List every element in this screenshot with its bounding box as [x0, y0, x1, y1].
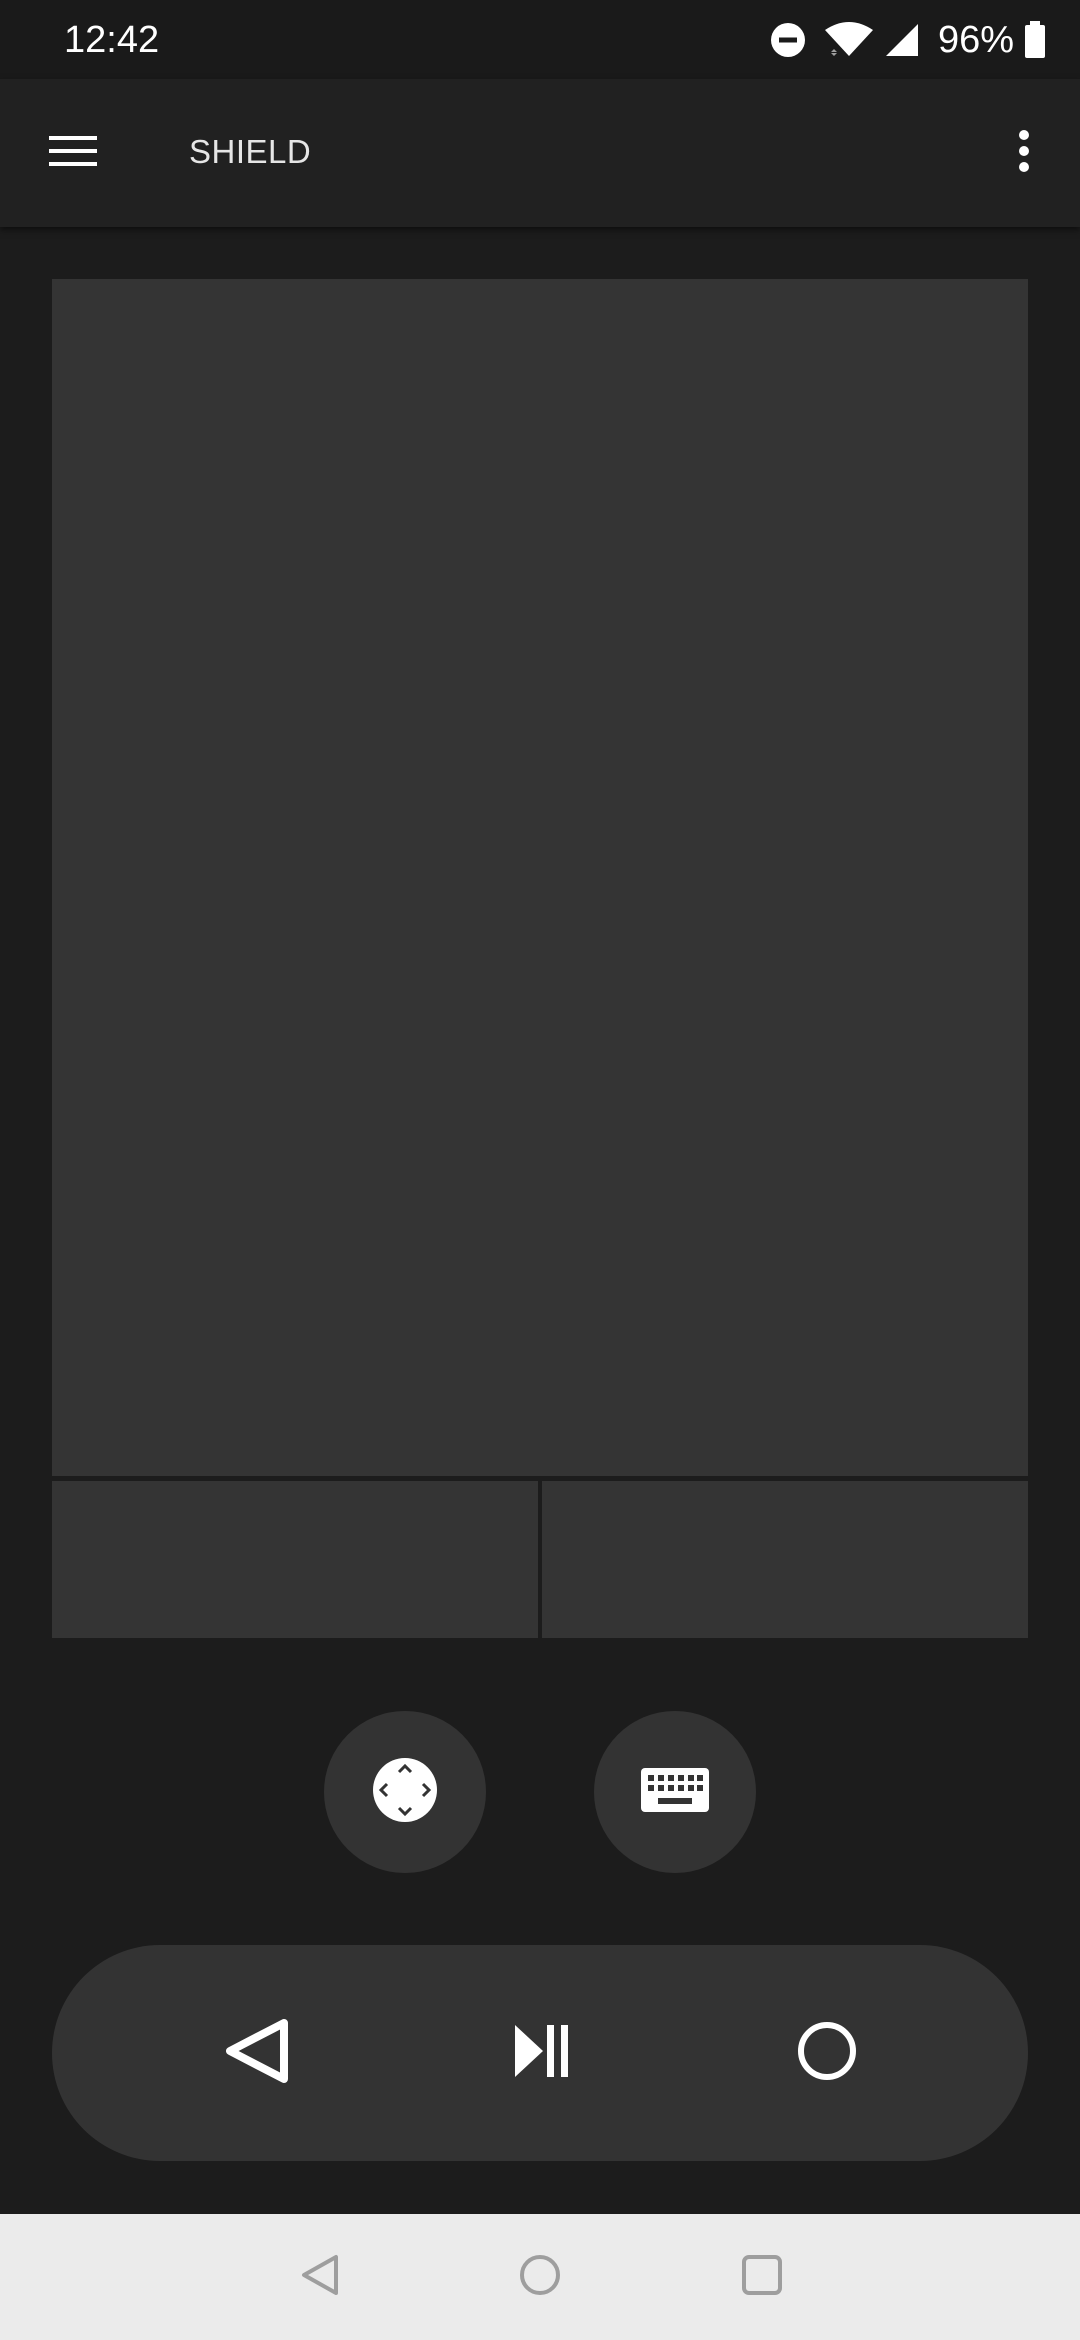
- keyboard-button[interactable]: [594, 1711, 756, 1873]
- status-icons: 96%: [770, 14, 1046, 66]
- dpad-button[interactable]: [324, 1711, 486, 1873]
- left-click-button[interactable]: [52, 1481, 538, 1638]
- battery-icon: [1024, 21, 1046, 59]
- nav-recents-icon: [740, 2253, 784, 2302]
- app-title: SHIELD: [189, 133, 312, 170]
- back-button[interactable]: [199, 1995, 315, 2111]
- hamburger-menu-icon: [49, 133, 99, 174]
- cell-signal-icon: [884, 22, 920, 58]
- status-time: 12:42: [64, 19, 160, 61]
- media-control-bar: [52, 1945, 1028, 2161]
- keyboard-icon: [641, 1767, 709, 1817]
- wifi-icon: [824, 22, 874, 58]
- home-circle-icon: [796, 2020, 858, 2087]
- nav-home-icon: [518, 2253, 562, 2302]
- dpad-icon: [372, 1757, 438, 1828]
- right-click-button[interactable]: [542, 1481, 1028, 1638]
- battery-percent: 96%: [937, 19, 1014, 61]
- back-triangle-icon: [224, 2018, 290, 2088]
- system-back-button[interactable]: [280, 2237, 360, 2317]
- touchpad[interactable]: [52, 279, 1028, 1476]
- system-home-button[interactable]: [500, 2237, 580, 2317]
- play-pause-icon: [513, 2023, 571, 2084]
- system-nav-bar: [0, 2214, 1080, 2340]
- menu-button[interactable]: [30, 117, 118, 189]
- overflow-menu-button[interactable]: [988, 117, 1060, 189]
- play-pause-button[interactable]: [484, 1995, 600, 2111]
- nav-back-icon: [298, 2253, 342, 2302]
- system-recents-button[interactable]: [722, 2237, 802, 2317]
- more-vert-icon: [1018, 129, 1030, 178]
- status-bar: 12:42 96%: [0, 0, 1080, 79]
- screen: 12:42 96% SHIELD: [0, 0, 1080, 2340]
- app-bar: SHIELD: [0, 79, 1080, 227]
- home-button[interactable]: [769, 1995, 885, 2111]
- do-not-disturb-icon: [770, 22, 806, 58]
